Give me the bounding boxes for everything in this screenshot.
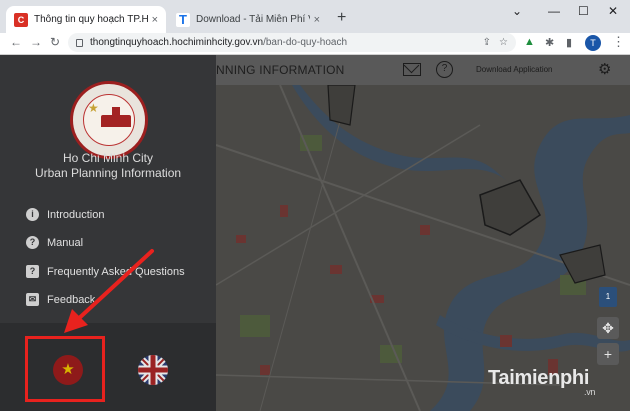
close-window-button[interactable]: ✕ [608, 4, 618, 18]
back-button[interactable]: ← [10, 35, 22, 49]
google-drive-icon[interactable]: ▲ [524, 36, 535, 48]
minimize-button[interactable]: — [548, 4, 560, 18]
page-viewport: ✥ + 1 NNING INFORMATION ? Download Appli… [0, 55, 630, 411]
site-favicon-icon: T [176, 12, 190, 27]
bookmark-star-icon[interactable]: ☆ [499, 37, 508, 48]
forward-button[interactable]: → [30, 35, 42, 49]
chrome-menu-icon[interactable]: ⋮ [612, 34, 625, 50]
tab-strip: C Thông tin quy hoạch TP.HCM × T Downloa… [0, 0, 630, 33]
tab-title: Thông tin quy hoạch TP.HCM [34, 14, 148, 25]
tab-title: Download - Tải Miễn Phí VN - Ph [196, 14, 310, 25]
maximize-button[interactable]: ☐ [578, 4, 589, 18]
profile-avatar[interactable]: T [585, 35, 601, 51]
side-panel-icon[interactable]: ▮ [566, 36, 572, 49]
tab-close-icon[interactable]: × [314, 14, 320, 26]
browser-toolbar: ← → ↻ thongtinquyhoach.hochiminhcity.gov… [0, 33, 630, 55]
extensions-puzzle-icon[interactable]: ✱ [545, 36, 554, 49]
tab-close-icon[interactable]: × [152, 14, 158, 26]
lock-icon [76, 38, 83, 47]
tab-search-icon[interactable]: ⌄ [512, 4, 522, 18]
reload-button[interactable]: ↻ [50, 35, 60, 49]
new-tab-button[interactable]: + [337, 9, 346, 27]
site-favicon-icon: C [14, 12, 28, 27]
url-host: thongtinquyhoach.hochiminhcity.gov.vn [90, 37, 264, 48]
share-icon[interactable]: ⇪ [483, 37, 491, 48]
annotation-arrow [64, 249, 154, 333]
url-text: thongtinquyhoach.hochiminhcity.gov.vn/ba… [90, 37, 475, 48]
url-path: /ban-do-quy-hoach [263, 37, 348, 48]
tab-taimienphi[interactable]: T Download - Tải Miễn Phí VN - Ph × [168, 6, 328, 33]
address-bar[interactable]: thongtinquyhoach.hochiminhcity.gov.vn/ba… [68, 33, 516, 52]
tab-thongtin[interactable]: C Thông tin quy hoạch TP.HCM × [6, 6, 166, 33]
